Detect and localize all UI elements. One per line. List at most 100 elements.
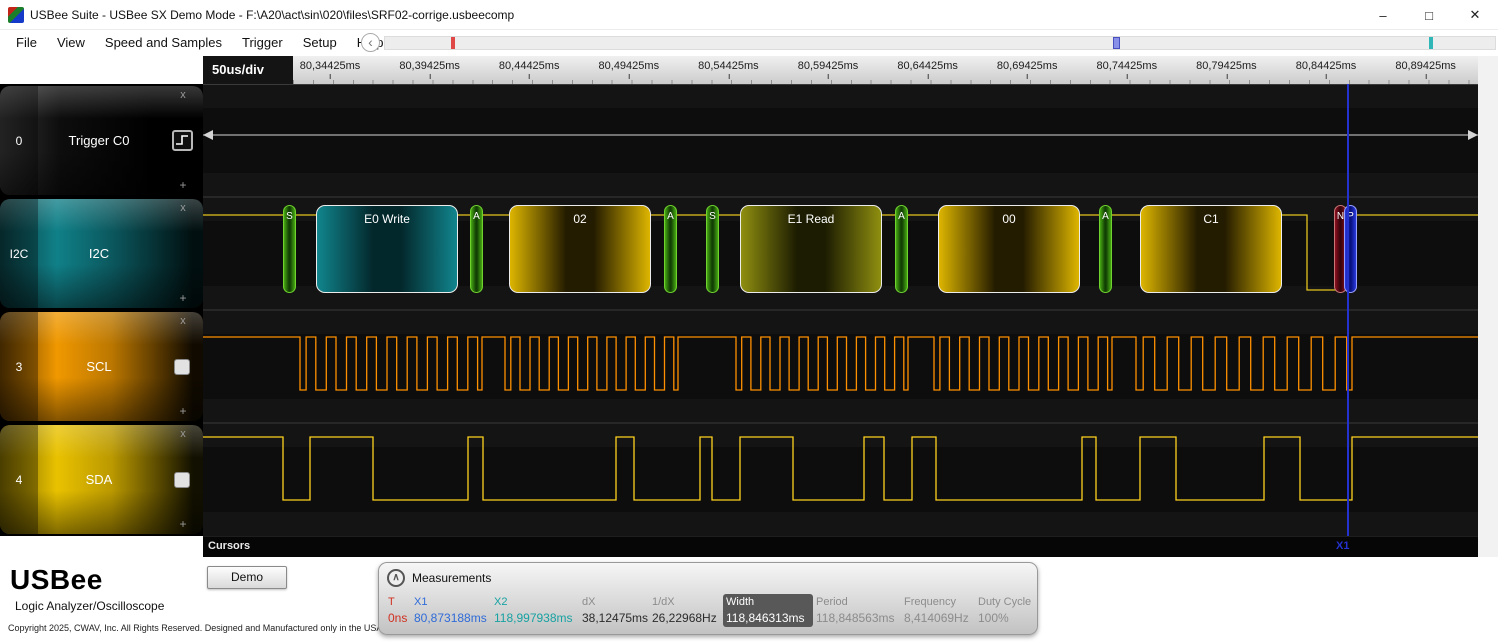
menu-trigger[interactable]: Trigger bbox=[232, 30, 293, 55]
scroll-left-button[interactable]: ‹ bbox=[361, 33, 380, 52]
vertical-scroll-strip[interactable] bbox=[1478, 56, 1498, 557]
time-label: 80,74425ms bbox=[1097, 60, 1158, 72]
cursors-bar-title: Cursors bbox=[208, 540, 250, 552]
measurement-value: 100% bbox=[978, 611, 1030, 625]
i2c-byte-e0-write: E0 Write bbox=[316, 205, 458, 293]
rising-edge-icon bbox=[174, 132, 191, 149]
capture-overview-strip[interactable] bbox=[384, 36, 1496, 50]
time-label: 80,64425ms bbox=[897, 60, 958, 72]
measurement-value: 118,846313ms bbox=[726, 611, 810, 625]
measurement-header: 1/dX bbox=[652, 596, 720, 608]
measurement-header: Duty Cycle bbox=[978, 596, 1030, 608]
expand-icon[interactable]: + bbox=[176, 291, 190, 305]
i2c-flag-s: S bbox=[706, 205, 719, 293]
channel-checkbox[interactable] bbox=[174, 359, 190, 375]
time-per-div-label: 50us/div bbox=[203, 56, 293, 84]
channel-i2c[interactable]: I2CI2Cx+ bbox=[0, 199, 203, 308]
expand-icon[interactable]: + bbox=[176, 404, 190, 418]
measurement-value: 80,873188ms bbox=[414, 611, 488, 625]
measurement-header: dX bbox=[582, 596, 646, 608]
timeline-ruler[interactable]: 80,34425ms 80,39425ms 80,44425ms 80,49425ms… bbox=[293, 56, 1478, 84]
cursor-x1-line[interactable] bbox=[1347, 84, 1349, 536]
measurement-t[interactable]: T0ns bbox=[385, 594, 411, 627]
i2c-flag-s: S bbox=[283, 205, 296, 293]
expand-icon[interactable]: + bbox=[176, 178, 190, 192]
app-icon bbox=[8, 7, 24, 23]
measurement-value: 118,997938ms bbox=[494, 611, 576, 625]
channel-checkbox[interactable] bbox=[174, 472, 190, 488]
window-title: USBee Suite - USBee SX Demo Mode - F:\A2… bbox=[30, 8, 514, 22]
i2c-byte-00: 00 bbox=[938, 205, 1080, 293]
time-label: 80,79425ms bbox=[1196, 60, 1257, 72]
overview-marker-cursor[interactable] bbox=[1429, 37, 1433, 49]
expand-icon[interactable]: + bbox=[176, 517, 190, 531]
measurement-header: Period bbox=[816, 596, 898, 608]
channel-trigger-c0[interactable]: 0Trigger C0 x + bbox=[0, 86, 203, 195]
channel-label: SCL bbox=[38, 312, 160, 421]
measurement-header: T bbox=[388, 596, 408, 608]
window-controls: – □ ✕ bbox=[1360, 0, 1498, 30]
collapse-icon[interactable]: x bbox=[176, 202, 190, 214]
time-label: 80,59425ms bbox=[798, 60, 859, 72]
measurement-header: X1 bbox=[414, 596, 488, 608]
cursor-x1-handle[interactable]: X1 bbox=[1336, 540, 1349, 552]
menu-view[interactable]: View bbox=[47, 30, 95, 55]
i2c-flag-a: A bbox=[895, 205, 908, 293]
collapse-icon[interactable]: x bbox=[176, 428, 190, 440]
measurement-value: 38,12475ms bbox=[582, 611, 646, 625]
i2c-byte-c1: C1 bbox=[1140, 205, 1282, 293]
measurements-title: Measurements bbox=[412, 571, 491, 585]
close-button[interactable]: ✕ bbox=[1452, 0, 1498, 30]
collapse-measurements-button[interactable]: ∧ bbox=[387, 569, 405, 587]
measurement-value: 8,414069Hz bbox=[904, 611, 972, 625]
menu-file[interactable]: File bbox=[6, 30, 47, 55]
time-label: 80,34425ms bbox=[300, 60, 361, 72]
demo-button[interactable]: Demo bbox=[207, 566, 287, 589]
overview-marker-trigger[interactable] bbox=[451, 37, 455, 49]
measurement-duty-cycle[interactable]: Duty Cycle 100% bbox=[975, 594, 1033, 627]
measurement-header: X2 bbox=[494, 596, 576, 608]
minimize-button[interactable]: – bbox=[1360, 0, 1406, 30]
channel-label: Trigger C0 bbox=[38, 86, 160, 195]
maximize-button[interactable]: □ bbox=[1406, 0, 1452, 30]
measurement-width[interactable]: Width 118,846313ms bbox=[723, 594, 813, 627]
measurement-period[interactable]: Period 118,848563ms bbox=[813, 594, 901, 627]
menu-speed-and-samples[interactable]: Speed and Samples bbox=[95, 30, 232, 55]
usbee-suite-window: USBee Suite - USBee SX Demo Mode - F:\A2… bbox=[0, 0, 1498, 644]
measurement-frequency[interactable]: Frequency8,414069Hz bbox=[901, 594, 975, 627]
measurement-1-dx[interactable]: 1/dX 26,22968Hz bbox=[649, 594, 723, 627]
overview-marker-view[interactable] bbox=[1113, 37, 1120, 49]
channel-sidebar: 0Trigger C0x+I2CI2Cx+3SCLx+4SDAx+ bbox=[0, 84, 203, 536]
waveform-plot-area[interactable]: SE0 WriteA02ASE1 ReadA00AC1NP bbox=[203, 84, 1478, 536]
measurement-dx[interactable]: dX 38,12475ms bbox=[579, 594, 649, 627]
channel-label: I2C bbox=[38, 199, 160, 308]
i2c-decoded-row: SE0 WriteA02ASE1 ReadA00AC1NP bbox=[203, 84, 1478, 536]
brand-logo-text: USBee bbox=[10, 564, 103, 596]
trigger-edge-button[interactable] bbox=[172, 130, 193, 151]
time-label: 80,54425ms bbox=[698, 60, 759, 72]
time-label: 80,69425ms bbox=[997, 60, 1058, 72]
collapse-icon[interactable]: x bbox=[176, 315, 190, 327]
measurement-value: 118,848563ms bbox=[816, 611, 898, 625]
i2c-byte-02: 02 bbox=[509, 205, 651, 293]
measurement-x1[interactable]: X1 80,873188ms bbox=[411, 594, 491, 627]
i2c-flag-p: P bbox=[1344, 205, 1357, 293]
measurement-x2[interactable]: X2 118,997938ms bbox=[491, 594, 579, 627]
measurements-panel: ∧ Measurements T0nsX1 80,873188ms X2 118,99… bbox=[378, 562, 1038, 635]
channel-sda[interactable]: 4SDAx+ bbox=[0, 425, 203, 534]
channel-scl[interactable]: 3SCLx+ bbox=[0, 312, 203, 421]
measurement-value: 26,22968Hz bbox=[652, 611, 720, 625]
time-label: 80,49425ms bbox=[599, 60, 660, 72]
brand-subtitle: Logic Analyzer/Oscilloscope bbox=[15, 599, 164, 613]
measurement-header: Width bbox=[726, 596, 810, 608]
time-label: 80,39425ms bbox=[399, 60, 460, 72]
footer: USBee Logic Analyzer/Oscilloscope Copyri… bbox=[0, 557, 1498, 644]
i2c-byte-e1-read: E1 Read bbox=[740, 205, 882, 293]
collapse-icon[interactable]: x bbox=[176, 89, 190, 101]
menu-setup[interactable]: Setup bbox=[293, 30, 347, 55]
time-label: 80,89425ms bbox=[1395, 60, 1456, 72]
i2c-flag-a: A bbox=[470, 205, 483, 293]
cursors-bar: Cursors X1 bbox=[203, 536, 1478, 557]
time-label: 80,44425ms bbox=[499, 60, 560, 72]
channel-number: 0 bbox=[0, 86, 38, 195]
